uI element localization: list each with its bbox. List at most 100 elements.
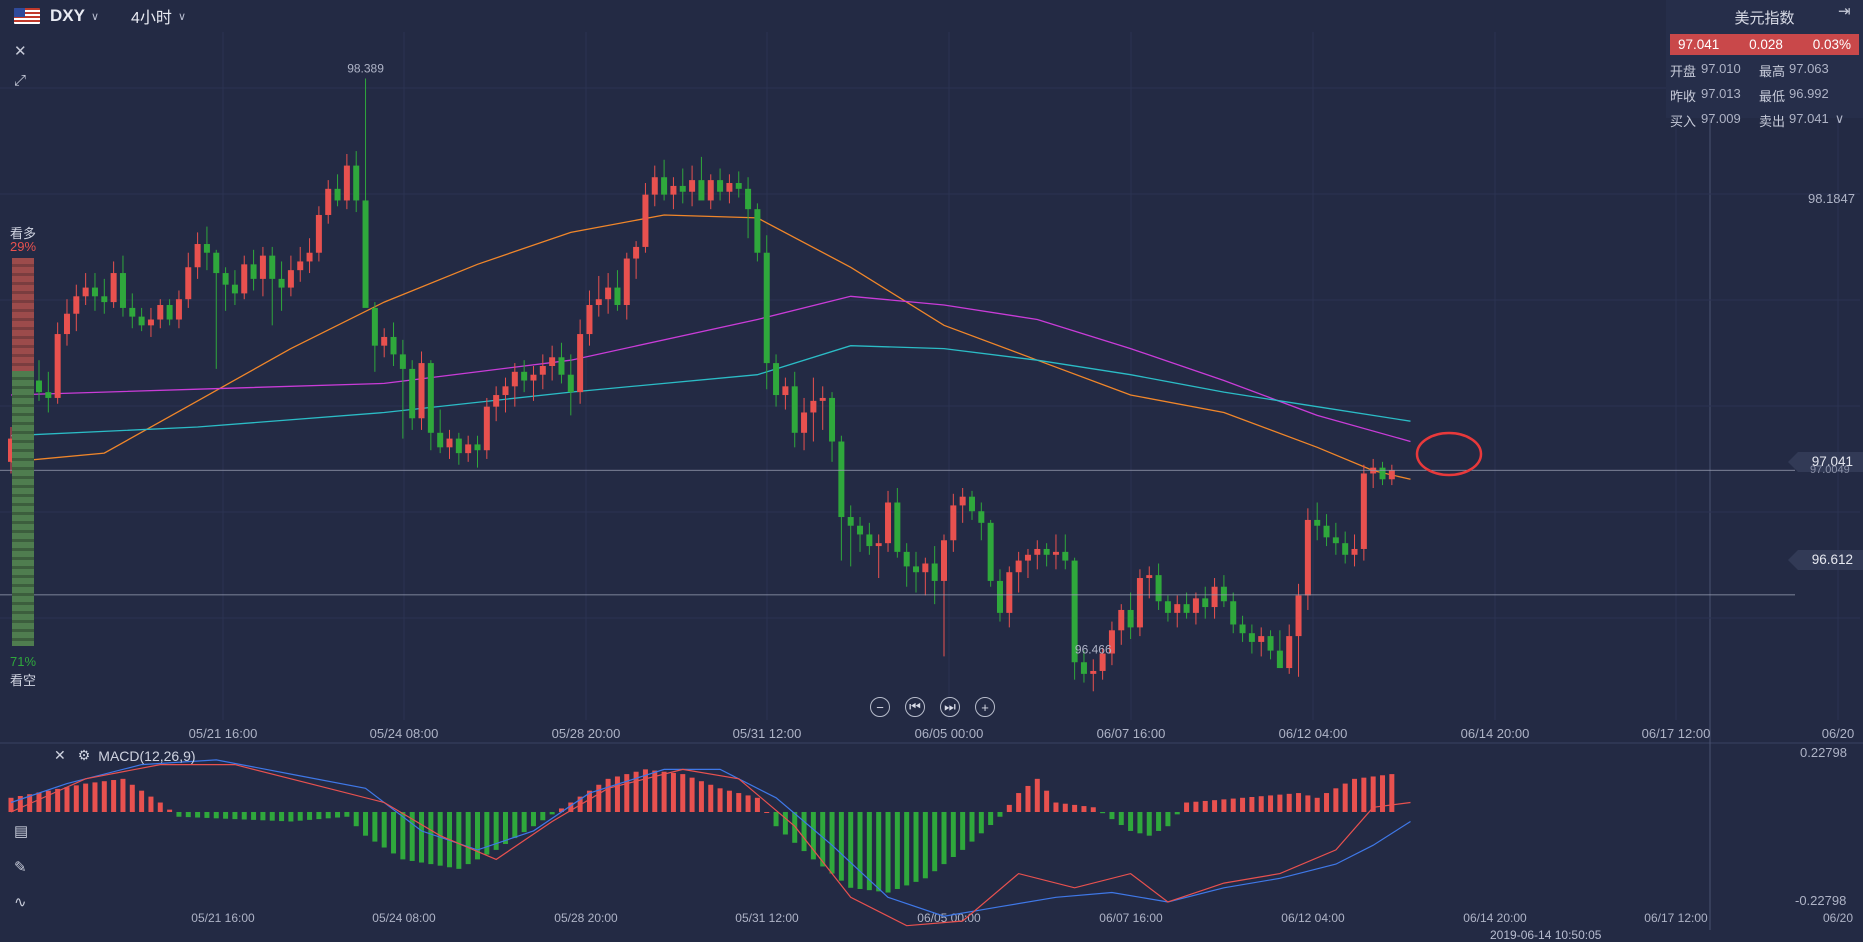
macd-axis-bottom: -0.22798 <box>1795 893 1847 908</box>
chevron-down-icon[interactable]: ∨ <box>1835 111 1845 130</box>
close-icon[interactable]: ✕ <box>14 42 27 60</box>
candle <box>1360 464 1367 561</box>
drawing-tool-icon[interactable]: ✎ <box>14 858 27 876</box>
bid-label: 买入 <box>1670 114 1697 129</box>
low-value: 96.992 <box>1789 86 1829 101</box>
sentiment-meter-bear <box>12 370 34 646</box>
chevron-down-icon[interactable]: ∨ <box>91 10 99 23</box>
macd-histogram-bar <box>1249 796 1255 812</box>
time-tick-label: 06/14 20:00 <box>1461 726 1530 741</box>
sentiment-meter-bull <box>12 258 34 371</box>
candle <box>875 534 882 579</box>
candle <box>483 397 490 459</box>
candle <box>866 522 873 555</box>
close-indicator-icon[interactable]: ✕ <box>54 747 66 764</box>
candle <box>203 226 210 271</box>
candle <box>1295 583 1302 677</box>
candle <box>334 174 341 207</box>
macd-histogram-bar <box>167 809 173 812</box>
macd-time-tick-label: 06/07 16:00 <box>1099 911 1163 925</box>
candle <box>250 249 257 291</box>
scroll-start-button[interactable]: ⏮ <box>905 697 925 717</box>
collapse-icon[interactable]: ⤢ <box>14 72 26 89</box>
candle <box>1052 534 1059 570</box>
candle <box>63 299 70 346</box>
candle <box>147 307 154 337</box>
macd-histogram-bar <box>428 812 434 865</box>
macd-histogram-bar <box>1296 793 1302 812</box>
candle <box>996 569 1003 622</box>
timeframe-selector[interactable]: 4小时 <box>131 4 172 28</box>
chevron-down-icon[interactable]: ∨ <box>178 10 186 23</box>
symbol-selector[interactable]: DXY <box>50 6 85 26</box>
macd-histogram-bar <box>549 812 555 815</box>
chart-tools-icon[interactable]: ▤ <box>14 822 28 840</box>
macd-histogram-bar <box>419 812 425 863</box>
macd-histogram-bar <box>521 812 527 833</box>
gear-icon[interactable]: ⚙ <box>78 747 91 764</box>
candle <box>549 345 556 381</box>
moving-average-line <box>10 345 1411 437</box>
macd-histogram-bar <box>857 812 863 889</box>
macd-histogram-bar <box>1184 802 1190 812</box>
indicator-icon[interactable]: ∿ <box>14 893 27 911</box>
macd-histogram-bar <box>1314 797 1320 812</box>
price-change-percent: 0.03% <box>1812 37 1851 52</box>
candle <box>642 183 649 253</box>
macd-histogram-bar <box>307 812 313 820</box>
zoom-out-button[interactable]: − <box>870 697 890 717</box>
time-tick-label: 06/07 16:00 <box>1097 726 1166 741</box>
bear-percent: 71% <box>10 654 37 669</box>
candle <box>1136 569 1143 637</box>
macd-histogram-bar <box>1090 807 1096 812</box>
candle <box>763 235 770 390</box>
macd-histogram-bar <box>689 777 695 812</box>
macd-histogram-bar <box>1118 812 1124 826</box>
highlight-circle <box>1415 431 1483 477</box>
macd-histogram-bar <box>1128 812 1134 831</box>
macd-histogram-bar <box>185 812 191 818</box>
candle <box>1174 595 1181 628</box>
candle <box>521 360 528 393</box>
candle <box>1332 522 1339 555</box>
macd-histogram-bar <box>213 812 219 819</box>
quote-row-close: 昨收 97.013 最低 96.992 <box>1666 83 1863 108</box>
chart-canvas[interactable]: 05/21 16:00 05/24 08:00 05/28 20:00 05/31 1… <box>0 0 1863 942</box>
moving-average-line <box>10 214 1411 480</box>
macd-histogram-bar <box>1053 802 1059 812</box>
macd-histogram-bar <box>223 812 229 819</box>
candle <box>586 290 593 346</box>
macd-histogram-bar <box>1361 777 1367 812</box>
exit-fullscreen-icon[interactable]: ⇥ <box>1838 2 1851 20</box>
macd-histogram-bar <box>1006 804 1012 812</box>
candle <box>1286 624 1293 674</box>
bid-value: 97.009 <box>1701 111 1741 126</box>
candle <box>493 386 500 422</box>
candle <box>278 261 285 311</box>
macd-histogram-bar <box>269 812 275 821</box>
macd-histogram-bar <box>251 812 257 820</box>
macd-histogram-bar <box>932 812 938 872</box>
candle <box>166 299 173 326</box>
macd-histogram-bar <box>754 797 760 812</box>
prev-close-value: 97.013 <box>1701 86 1741 101</box>
candle <box>922 557 929 596</box>
candle <box>1248 624 1255 654</box>
macd-histogram-bar <box>1352 778 1358 812</box>
zoom-in-button[interactable]: + <box>975 697 995 717</box>
macd-histogram-bar <box>838 812 844 881</box>
candle <box>1370 458 1377 488</box>
scroll-end-button[interactable]: ⏭ <box>940 697 960 717</box>
prev-close-label: 昨收 <box>1670 89 1697 104</box>
macd-histogram-bar <box>391 812 397 854</box>
candle <box>54 322 61 404</box>
candle <box>465 435 472 462</box>
moving-average-line <box>10 295 1411 443</box>
time-tick-label: 06/05 00:00 <box>915 726 984 741</box>
candle <box>577 319 584 404</box>
macd-time-tick-label: 06/20 <box>1823 911 1853 925</box>
candle <box>857 517 864 552</box>
candle <box>511 363 518 407</box>
macd-histogram-bar <box>484 812 490 855</box>
macd-histogram-bar <box>1146 812 1152 836</box>
